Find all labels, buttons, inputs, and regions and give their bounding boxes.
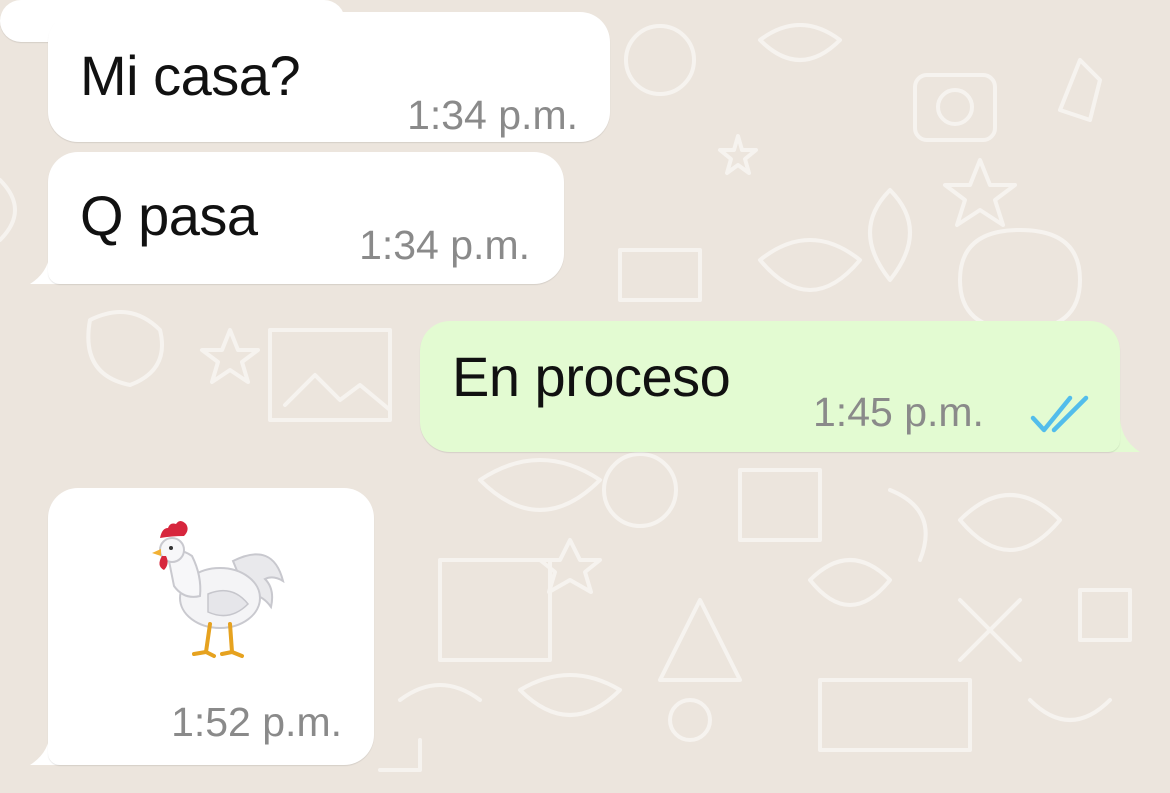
incoming-sticker-bubble[interactable]: 1:52 p.m. <box>48 488 374 765</box>
message-timestamp: 1:45 p.m. <box>813 389 984 435</box>
rooster-emoji <box>152 521 285 658</box>
incoming-message-bubble[interactable]: Mi casa? 1:34 p.m. <box>48 12 610 142</box>
message-timestamp: 1:34 p.m. <box>359 222 530 268</box>
incoming-message-bubble[interactable]: Q pasa 1:34 p.m. <box>48 152 564 284</box>
message-text: Q pasa <box>80 184 258 247</box>
message-timestamp: 1:34 p.m. <box>407 92 578 138</box>
message-text: Mi casa? <box>80 44 301 107</box>
outgoing-message-bubble[interactable]: En proceso 1:45 p.m. <box>420 321 1120 452</box>
double-check-read-icon <box>1030 395 1089 433</box>
message-text: En proceso <box>452 345 731 408</box>
message-timestamp: 1:52 p.m. <box>171 699 342 745</box>
